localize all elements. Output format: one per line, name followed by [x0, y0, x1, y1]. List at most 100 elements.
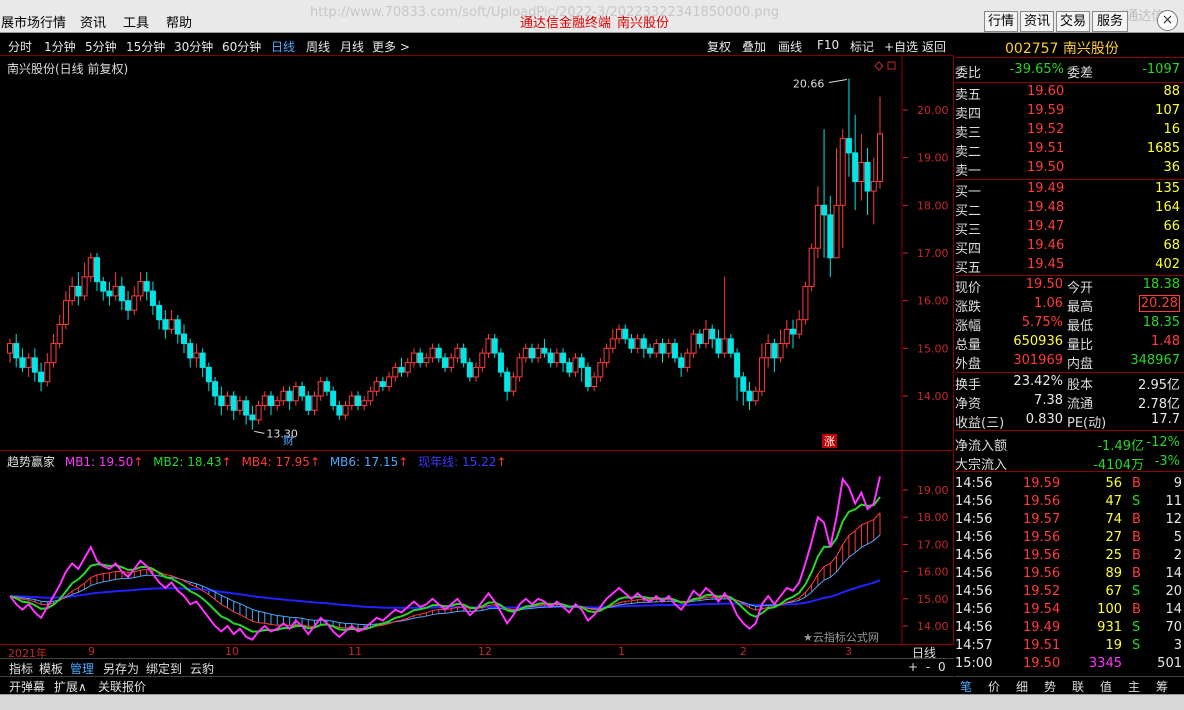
- tool-overlay[interactable]: 叠加: [742, 38, 766, 55]
- menu-market[interactable]: 展市场行情: [1, 12, 66, 31]
- tool-back[interactable]: 返回: [922, 38, 946, 55]
- candle-body: [435, 347, 442, 359]
- news-button[interactable]: 资讯: [1020, 11, 1054, 32]
- period-daily[interactable]: 日线: [271, 38, 295, 55]
- bid-row: 买二 19.48 164: [955, 200, 1184, 219]
- period-15min[interactable]: 15分钟: [126, 38, 165, 55]
- tool-add-watchlist[interactable]: +自选: [884, 38, 918, 55]
- arrow-up-icon: ↑: [133, 455, 144, 469]
- quote-label: 最低: [1067, 319, 1094, 334]
- candle-body: [212, 381, 219, 397]
- candle-body: [827, 214, 834, 259]
- candle-body: [404, 362, 411, 373]
- tick-row: 14:56 19.56 27 B 5: [955, 530, 1184, 548]
- indicator-chart[interactable]: 19.00 18.00 17.00 16.00 15.00 14.00 趋势赢家 MB1:…: [0, 450, 954, 646]
- btn-save-as[interactable]: 另存为: [103, 660, 139, 677]
- btn-bind-to[interactable]: 绑定到: [146, 660, 182, 677]
- tick-side: S: [1132, 620, 1141, 635]
- btn-indicator[interactable]: 指标: [9, 660, 33, 677]
- period-weekly[interactable]: 周线: [306, 38, 330, 55]
- service-button[interactable]: 服务: [1092, 11, 1128, 32]
- candle-body: [553, 352, 560, 364]
- panel-tab[interactable]: 值: [1100, 678, 1112, 695]
- candle-body: [268, 395, 274, 407]
- btn-cloud[interactable]: 云豹: [190, 660, 214, 677]
- menu-help[interactable]: 帮助: [166, 12, 192, 31]
- ask-label: 卖三: [955, 126, 982, 141]
- tick-count: 14: [1165, 566, 1182, 581]
- panel-tab[interactable]: 笔: [960, 678, 972, 695]
- btn-template[interactable]: 模板: [39, 660, 63, 677]
- period-60min[interactable]: 60分钟: [222, 38, 261, 55]
- zoom-controls[interactable]: + - 0: [908, 660, 948, 674]
- candle-body: [249, 414, 256, 421]
- candle-body: [765, 343, 772, 359]
- candle-body: [678, 357, 685, 368]
- ask-volume: 16: [1163, 122, 1180, 137]
- trade-button[interactable]: 交易: [1056, 11, 1090, 32]
- btn-expand[interactable]: 扩展∧: [54, 678, 87, 695]
- tick-side: B: [1132, 548, 1141, 563]
- panel-tab[interactable]: 联: [1072, 678, 1084, 695]
- close-icon[interactable]: ×: [1157, 10, 1178, 31]
- tool-f10[interactable]: F10: [817, 38, 839, 52]
- legend-mb2: MB2: 18.43: [153, 455, 222, 469]
- period-more[interactable]: 更多 >: [372, 38, 410, 55]
- candle-body: [230, 395, 237, 411]
- candle-body: [373, 381, 380, 392]
- panel-tab[interactable]: 势: [1044, 678, 1056, 695]
- app-title: 通达信金融终端: [520, 16, 612, 31]
- candle-body: [218, 395, 225, 407]
- ask-volume: 1685: [1146, 141, 1180, 156]
- quote-value: 20.28: [1138, 295, 1180, 312]
- quote-button[interactable]: 行情: [984, 11, 1018, 32]
- period-1min[interactable]: 1分钟: [44, 38, 76, 55]
- panel-tab[interactable]: 主: [1128, 678, 1140, 695]
- fund-value: 17.7: [1151, 412, 1180, 427]
- candle-body: [56, 324, 63, 345]
- period-fenshi[interactable]: 分时: [8, 38, 32, 55]
- tool-draw[interactable]: 画线: [778, 38, 802, 55]
- tick-count: 9: [1173, 476, 1182, 491]
- arrow-up-icon: ↑: [221, 455, 232, 469]
- btn-manage[interactable]: 管理: [70, 660, 94, 677]
- panel-tab[interactable]: 细: [1016, 678, 1028, 695]
- tick-price: 19.56: [1023, 566, 1061, 581]
- btn-related-quote[interactable]: 关联报价: [98, 678, 146, 695]
- menu-news[interactable]: 资讯: [80, 12, 106, 31]
- time-label: 1: [618, 645, 625, 658]
- candle-body: [442, 357, 448, 368]
- tick-time: 14:56: [955, 530, 993, 545]
- tool-mark[interactable]: 标记: [850, 38, 874, 55]
- weicha-value: -1097: [1142, 62, 1180, 77]
- menu-tools[interactable]: 工具: [123, 12, 149, 31]
- fund-value: 7.38: [1034, 393, 1063, 408]
- btn-danmaku[interactable]: 开弹幕: [9, 678, 45, 695]
- period-toolbar: 分时 1分钟 5分钟 15分钟 30分钟 60分钟 日线 周线 月线 更多 > …: [0, 34, 954, 56]
- quote-value: 650936: [1013, 334, 1063, 349]
- tick-count: 70: [1165, 620, 1182, 635]
- candle-body: [236, 400, 243, 411]
- candle-body: [665, 343, 672, 354]
- ask-volume: 88: [1163, 84, 1180, 99]
- candle-body: [566, 362, 573, 373]
- period-monthly[interactable]: 月线: [340, 38, 364, 55]
- panel-tab[interactable]: 价: [988, 678, 1000, 695]
- bid-price: 19.46: [1027, 238, 1065, 253]
- tool-fuquan[interactable]: 复权: [707, 38, 731, 55]
- candlestick-svg: 20.00 19.00 18.00 17.00 16.00 15.00 14.00 20.6…: [7, 56, 949, 450]
- indicator-name: 趋势赢家: [7, 455, 56, 469]
- tick-time: 14:57: [955, 638, 993, 653]
- fund-value: 2.95亿: [1138, 378, 1180, 393]
- period-30min[interactable]: 30分钟: [174, 38, 213, 55]
- candle-body: [522, 347, 529, 359]
- time-label: 2: [740, 645, 747, 658]
- candle-body: [460, 347, 467, 364]
- candlestick-chart[interactable]: 20.00 19.00 18.00 17.00 16.00 15.00 14.00 20.6…: [0, 56, 954, 450]
- tick-count: 14: [1165, 602, 1182, 617]
- candle-body: [821, 204, 828, 216]
- candle-body: [597, 362, 604, 378]
- fund-label: 收益(三): [955, 416, 1005, 431]
- panel-tab[interactable]: 筹: [1156, 678, 1168, 695]
- period-5min[interactable]: 5分钟: [85, 38, 117, 55]
